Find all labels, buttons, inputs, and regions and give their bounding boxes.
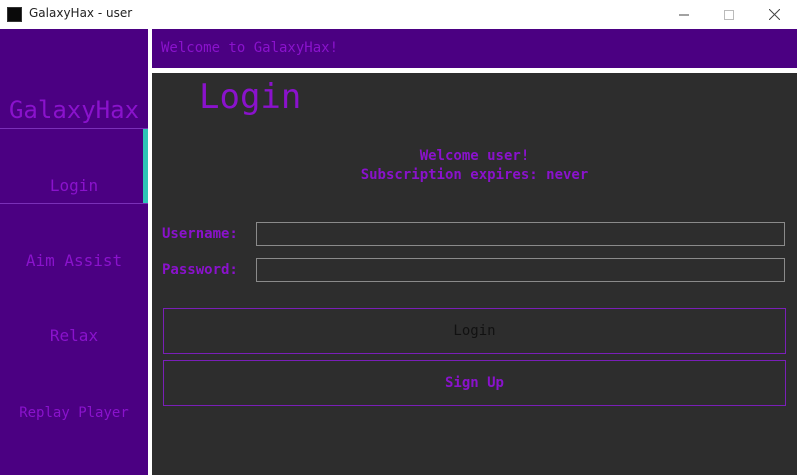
header-bar: Welcome to GalaxyHax! [152,29,797,68]
sidebar-item-relax[interactable]: Relax [0,326,148,345]
welcome-user-text: Welcome user! [419,148,530,164]
maximize-button[interactable] [706,0,752,29]
header-welcome-text: Welcome to GalaxyHax! [161,40,339,56]
sign-up-button[interactable]: Sign Up [163,360,786,406]
subscription-text: Subscription expires: never [360,167,589,183]
sidebar: GalaxyHax Login Aim Assist Relax Replay … [0,29,148,475]
brand-title: GalaxyHax [8,96,140,124]
welcome-message: Welcome user! Subscription expires: neve… [152,147,797,185]
page-title: Login [199,77,302,117]
password-label: Password: [162,262,238,278]
login-panel: Login Welcome user! Subscription expires… [152,73,797,475]
maximize-icon [724,9,734,20]
app-icon [7,7,22,22]
login-button[interactable]: Login [163,308,786,354]
minimize-button[interactable] [661,0,707,29]
sidebar-item-aim-assist[interactable]: Aim Assist [0,251,148,270]
window-titlebar: GalaxyHax - user [0,0,797,29]
sidebar-item-login[interactable]: Login [0,176,148,195]
password-input[interactable] [256,258,785,282]
sidebar-divider [0,203,148,204]
sidebar-divider [0,128,148,129]
sidebar-item-replay-player[interactable]: Replay Player [0,405,148,421]
username-input[interactable] [256,222,785,246]
username-label: Username: [162,226,238,242]
window-title: GalaxyHax - user [29,6,133,20]
close-icon [768,9,780,20]
minimize-icon [679,14,689,15]
close-button[interactable] [751,0,797,29]
